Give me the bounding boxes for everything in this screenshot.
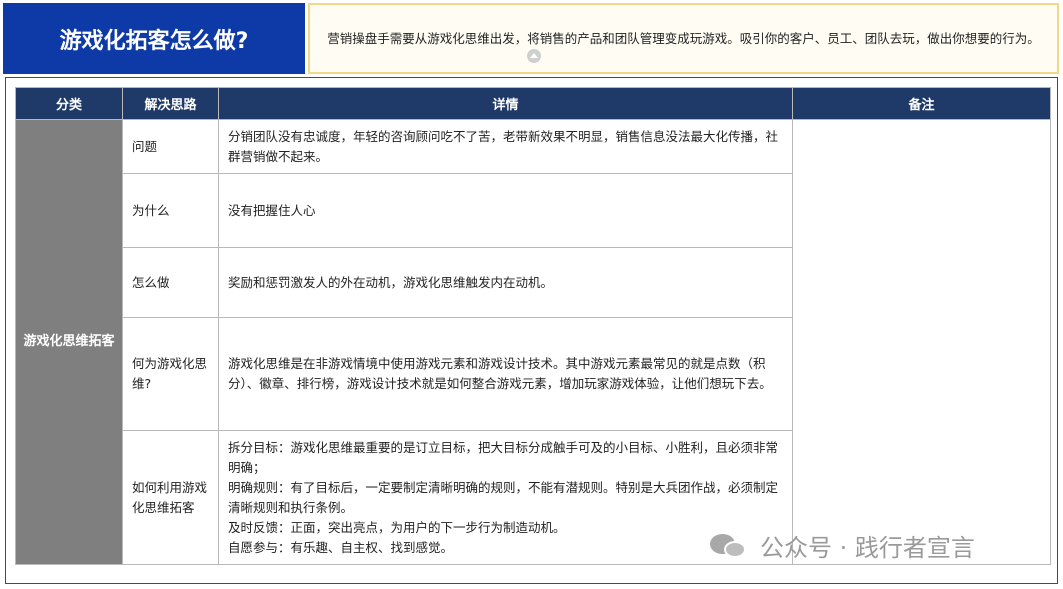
detail-line: 自愿参与：有乐趣、自主权、找到感觉。: [228, 539, 454, 555]
table-frame: 分类 解决思路 详情 备注 游戏化思维拓客 问题 分销团队没有忠诚度，年轻的咨询…: [5, 77, 1058, 584]
table-row: 游戏化思维拓客 问题 分销团队没有忠诚度，年轻的咨询顾问吃不了苦，老带新效果不明…: [15, 119, 1051, 565]
header: 游戏化拓客怎么做? 营销操盘手需要从游戏化思维出发，将销售的产品和团队管理变成玩…: [3, 3, 1059, 74]
column-header-category: 分类: [15, 87, 123, 120]
column-header-idea: 解决思路: [122, 87, 219, 120]
detail-line: 拆分目标：游戏化思维最重要的是订立目标，把大目标分成触手可及的小目标、小胜利，且…: [228, 439, 779, 475]
note-cell: [792, 119, 1051, 565]
idea-cell: 如何利用游戏化思维拓客: [122, 430, 219, 565]
column-header-note: 备注: [792, 87, 1051, 120]
table-header-row: 分类 解决思路 详情 备注: [15, 87, 1051, 120]
detail-line: 明确规则：有了目标后，一定要制定清晰明确的规则，不能有潜规则。特别是大兵团作战，…: [228, 479, 779, 515]
wechat-icon: [710, 532, 750, 558]
detail-cell: 没有把握住人心: [218, 173, 793, 248]
detail-cell: 游戏化思维是在非游戏情境中使用游戏元素和游戏设计技术。其中游戏元素最常见的就是点…: [218, 317, 793, 431]
intro-box: 营销操盘手需要从游戏化思维出发，将销售的产品和团队管理变成玩游戏。吸引你的客户、…: [308, 3, 1059, 74]
detail-cell: 拆分目标：游戏化思维最重要的是订立目标，把大目标分成触手可及的小目标、小胜利，且…: [218, 430, 793, 565]
category-cell: 游戏化思维拓客: [15, 119, 123, 565]
column-header-detail: 详情: [218, 87, 793, 120]
detail-cell: 奖励和惩罚激发人的外在动机，游戏化思维触发内在动机。: [218, 247, 793, 318]
detail-line: 及时反馈：正面，突出亮点，为用户的下一步行为制造动机。: [228, 519, 566, 535]
watermark: 公众号 · 践行者宣言: [710, 530, 975, 562]
idea-cell: 何为游戏化思维?: [122, 317, 219, 431]
detail-cell: 分销团队没有忠诚度，年轻的咨询顾问吃不了苦，老带新效果不明显，销售信息没法最大化…: [218, 119, 793, 174]
page-title: 游戏化拓客怎么做?: [3, 3, 306, 74]
idea-cell: 问题: [122, 119, 219, 174]
solution-table: 分类 解决思路 详情 备注 游戏化思维拓客 问题 分销团队没有忠诚度，年轻的咨询…: [15, 87, 1051, 565]
idea-cell: 怎么做: [122, 247, 219, 318]
watermark-text: 公众号 · 践行者宣言: [760, 533, 975, 562]
intro-text: 营销操盘手需要从游戏化思维出发，将销售的产品和团队管理变成玩游戏。吸引你的客户、…: [327, 31, 1040, 46]
idea-cell: 为什么: [122, 173, 219, 248]
collapse-up-icon[interactable]: [527, 49, 542, 63]
